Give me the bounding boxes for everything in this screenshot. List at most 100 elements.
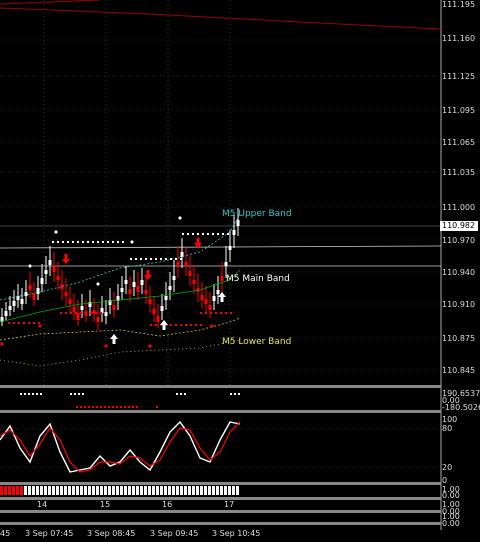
dot-marker xyxy=(197,233,199,235)
candle-body xyxy=(52,267,56,272)
dot-marker xyxy=(107,241,109,243)
strength-box xyxy=(4,486,7,495)
strength-box xyxy=(48,486,51,495)
candle-body xyxy=(164,296,168,300)
strength-box xyxy=(84,486,87,495)
signal-dot xyxy=(40,393,42,395)
candle-body xyxy=(128,289,132,294)
signal-dot xyxy=(104,406,106,408)
stoch-100-label: 100 xyxy=(442,415,458,424)
dot-marker xyxy=(140,258,142,260)
dot-marker xyxy=(28,322,30,324)
candle-body xyxy=(76,313,80,320)
signal-dot xyxy=(74,393,76,395)
ma-line xyxy=(0,269,241,323)
price-axis-label: 110.875 xyxy=(442,334,476,343)
panel-separator xyxy=(0,522,441,525)
strength-box xyxy=(104,486,107,495)
dot-marker xyxy=(102,241,104,243)
candle-body xyxy=(188,271,192,276)
dot-marker xyxy=(225,312,227,314)
candle-body xyxy=(132,282,136,287)
dot-marker xyxy=(192,233,194,235)
strength-box xyxy=(96,486,99,495)
strength-box xyxy=(36,486,39,495)
dot-marker xyxy=(122,241,124,243)
signal-dot xyxy=(176,393,178,395)
signal-dot xyxy=(238,393,240,395)
price-axis-label: 110.910 xyxy=(442,300,476,309)
signal-dot xyxy=(132,406,134,408)
candle-body xyxy=(204,299,208,304)
panel-separator xyxy=(0,482,441,485)
lower-band-line xyxy=(0,339,241,367)
strength-box xyxy=(192,486,195,495)
hour-label: 14 xyxy=(37,500,48,509)
dot-marker xyxy=(8,322,10,324)
diamond-icon xyxy=(130,240,134,244)
candle-body xyxy=(20,299,24,304)
candle-body xyxy=(56,276,60,280)
stoch-20-label: 20 xyxy=(442,463,453,472)
diamond-icon xyxy=(28,264,32,268)
diamond-icon xyxy=(148,344,152,348)
signal-dot xyxy=(96,406,98,408)
dot-marker xyxy=(202,233,204,235)
dot-marker xyxy=(130,258,132,260)
price-axis-label: 111.065 xyxy=(442,138,476,147)
strength-box xyxy=(152,486,155,495)
level-line xyxy=(0,245,442,249)
indicator-panels xyxy=(0,385,441,525)
dot-marker xyxy=(210,312,212,314)
strength-box xyxy=(52,486,55,495)
ind1-bot-label: -180.5026 xyxy=(442,403,480,412)
diamond-icon xyxy=(104,344,108,348)
dot-marker xyxy=(80,312,82,314)
strength-box xyxy=(168,486,171,495)
price-axis-label: 111.125 xyxy=(442,72,476,81)
dot-marker xyxy=(117,241,119,243)
strength-box xyxy=(32,486,35,495)
candle-body xyxy=(72,307,76,312)
strength-box xyxy=(200,486,203,495)
dot-marker xyxy=(190,324,192,326)
candle-body xyxy=(148,299,152,304)
dot-marker xyxy=(185,324,187,326)
stoch-0-label: 0 xyxy=(442,476,448,485)
dot-marker xyxy=(33,322,35,324)
main-band-label: M5 Main Band xyxy=(226,274,290,284)
dot-marker xyxy=(212,233,214,235)
dot-marker xyxy=(217,233,219,235)
strength-box xyxy=(56,486,59,495)
dot-marker xyxy=(230,312,232,314)
dot-marker xyxy=(57,241,59,243)
candle-body xyxy=(136,286,140,292)
candle-body xyxy=(216,290,220,294)
dot-marker xyxy=(150,258,152,260)
signal-dot xyxy=(136,406,138,408)
dot-marker xyxy=(52,241,54,243)
signal-dot xyxy=(128,406,130,408)
signal-dot xyxy=(80,406,82,408)
price-axis-label: 111.035 xyxy=(442,168,476,177)
dot-marker xyxy=(182,233,184,235)
dot-marker xyxy=(112,241,114,243)
dot-marker xyxy=(82,241,84,243)
strength-box xyxy=(120,486,123,495)
candle-body xyxy=(232,230,236,235)
current-price-tag: 110.982 xyxy=(440,221,478,231)
signal-dot xyxy=(20,393,22,395)
diamond-icon xyxy=(38,324,42,328)
lower-band-label: M5 Lower Band xyxy=(222,337,292,347)
strength-box xyxy=(28,486,31,495)
bar-bot-label: 0.00 xyxy=(442,491,460,500)
strength-box xyxy=(148,486,151,495)
candle-body xyxy=(64,292,68,296)
candle-body xyxy=(192,280,196,284)
dot-marker xyxy=(220,312,222,314)
price-chart[interactable] xyxy=(0,0,480,542)
dot-marker xyxy=(175,258,177,260)
signal-dot xyxy=(156,406,158,408)
upper-band-label: M5 Upper Band xyxy=(222,209,292,219)
candle-body xyxy=(212,296,216,301)
